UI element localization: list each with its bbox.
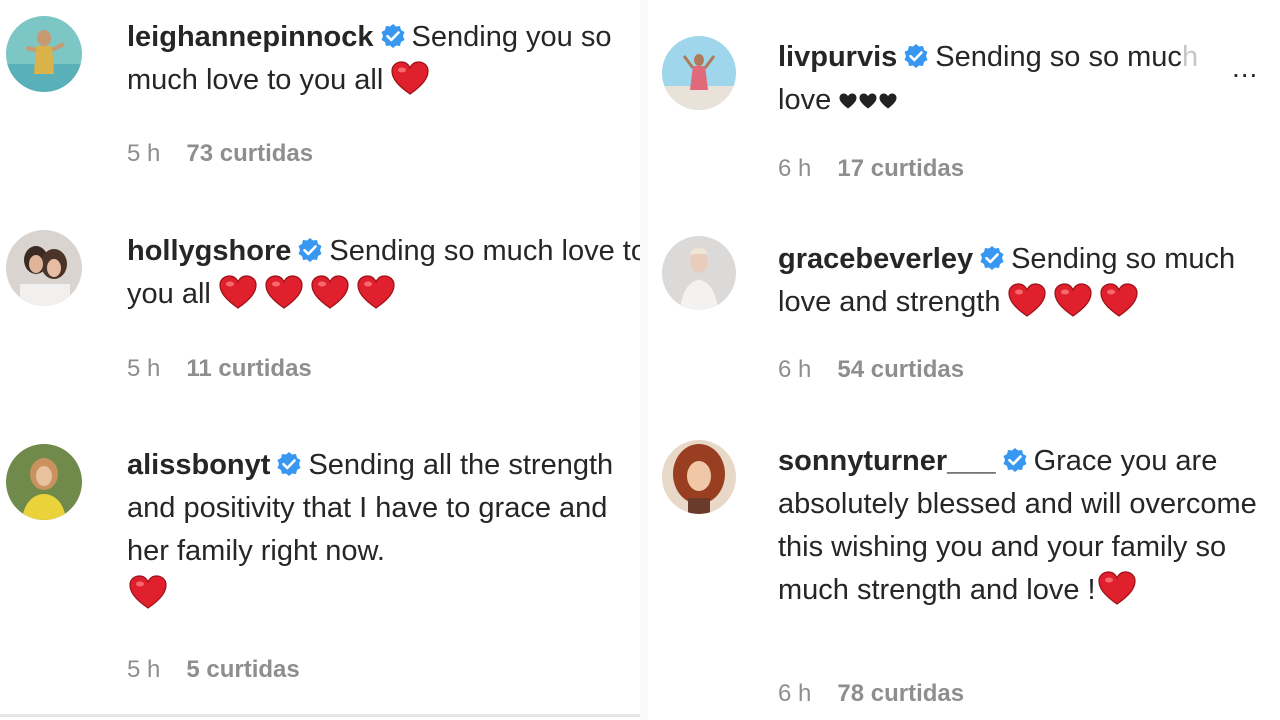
reaction-emojis (1000, 283, 1138, 330)
username-link[interactable]: sonnyturner___ (778, 445, 996, 477)
comment-meta: 5 h 11 curtidas (127, 355, 312, 383)
comment-meta: 5 h 5 curtidas (127, 656, 300, 684)
divider-line (0, 714, 640, 717)
left-comments-panel: leighannepinnock Sending you so much love… (0, 0, 647, 720)
comment-body: gracebeverley Sending so much love and st… (778, 238, 1258, 330)
username-link[interactable]: alissbonyt (127, 449, 270, 481)
red-heart-icon (1098, 571, 1136, 605)
username-link[interactable]: livpurvis (778, 41, 897, 73)
avatar[interactable] (6, 16, 82, 92)
comment-time[interactable]: 5 h (127, 140, 160, 167)
avatar[interactable] (662, 36, 736, 110)
avatar[interactable] (662, 440, 736, 514)
comment-body: sonnyturner___ Grace you are absolutely b… (778, 440, 1268, 618)
comment-meta: 6 h 17 curtidas (778, 155, 964, 183)
avatar[interactable] (662, 236, 736, 310)
comment-time[interactable]: 5 h (127, 355, 160, 382)
comment-meta: 6 h 54 curtidas (778, 356, 964, 384)
like-count[interactable]: 73 curtidas (186, 140, 313, 167)
red-heart-icon (1054, 283, 1092, 317)
verified-badge-icon (276, 451, 302, 477)
verified-badge-icon (1002, 447, 1028, 473)
like-count[interactable]: 17 curtidas (837, 155, 964, 182)
red-heart-icon (357, 275, 395, 309)
reaction-emojis (127, 575, 167, 622)
red-heart-icon (265, 275, 303, 309)
right-comments-panel: livpurvis Sending so so much love ... 6 h 1… (648, 0, 1280, 720)
like-count[interactable]: 11 curtidas (186, 355, 311, 382)
comment-body: hollygshore Sending so much love to you a… (127, 230, 647, 322)
reaction-emojis (211, 275, 395, 322)
red-heart-icon (311, 275, 349, 309)
username-link[interactable]: hollygshore (127, 235, 291, 267)
like-count[interactable]: 78 curtidas (837, 680, 964, 707)
more-options-button[interactable]: ... (1232, 52, 1258, 84)
reaction-emojis (383, 61, 429, 108)
comment-time[interactable]: 6 h (778, 155, 811, 182)
comment-time[interactable]: 6 h (778, 356, 811, 383)
like-count[interactable]: 54 curtidas (837, 356, 964, 383)
red-heart-icon (219, 275, 257, 309)
comment-text-faded: h (1181, 41, 1199, 73)
comment-time[interactable]: 5 h (127, 656, 160, 683)
username-link[interactable]: gracebeverley (778, 243, 973, 275)
avatar[interactable] (6, 230, 82, 306)
comment-body: leighannepinnock Sending you so much love… (127, 16, 647, 108)
verified-badge-icon (903, 43, 929, 69)
comment-meta: 5 h 73 curtidas (127, 140, 313, 168)
reaction-emojis (839, 79, 899, 122)
panel-divider (640, 0, 648, 720)
red-heart-icon (1008, 283, 1046, 317)
red-heart-icon (391, 61, 429, 95)
red-heart-icon (1100, 283, 1138, 317)
comment-time[interactable]: 6 h (778, 680, 811, 707)
verified-badge-icon (979, 245, 1005, 271)
red-heart-icon (129, 575, 167, 609)
comment-body: livpurvis Sending so so much love (778, 36, 1258, 122)
comment-text: Sending so so muc (935, 41, 1182, 73)
comment-body: alissbonyt Sending all the strength and p… (127, 444, 647, 622)
verified-badge-icon (297, 237, 323, 263)
comment-text-line2: love (778, 84, 832, 116)
black-heart-icon (839, 93, 857, 109)
username-link[interactable]: leighannepinnock (127, 21, 374, 53)
verified-badge-icon (380, 23, 406, 49)
black-heart-icon (879, 93, 897, 109)
like-count[interactable]: 5 curtidas (186, 656, 299, 683)
avatar[interactable] (6, 444, 82, 520)
comment-meta: 6 h 78 curtidas (778, 680, 964, 708)
reaction-emojis (1096, 571, 1136, 618)
black-heart-icon (859, 93, 877, 109)
